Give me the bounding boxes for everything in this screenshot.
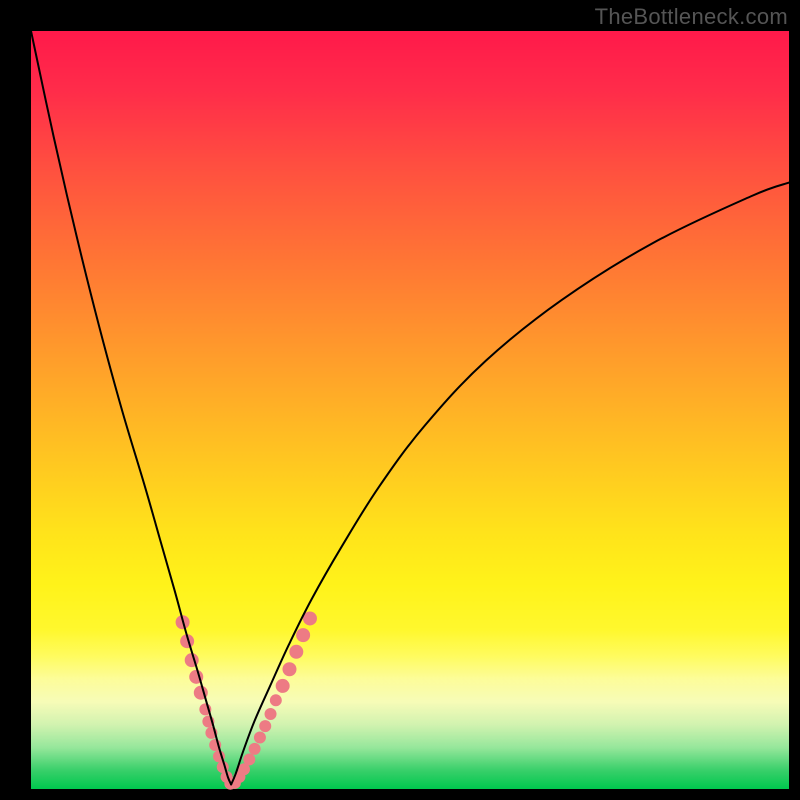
marker-dot (276, 679, 290, 693)
curve-right-branch (231, 183, 789, 785)
marker-dot (270, 694, 282, 706)
curve-layer (31, 31, 789, 789)
curve-left-branch (31, 31, 231, 784)
watermark-text: TheBottleneck.com (595, 4, 788, 30)
outer-frame: TheBottleneck.com (0, 0, 800, 800)
marker-dot (254, 731, 266, 743)
marker-dot (296, 628, 310, 642)
marker-dot (259, 720, 271, 732)
marker-group (176, 611, 317, 789)
marker-dot (289, 645, 303, 659)
marker-dot (243, 753, 255, 765)
marker-dot (249, 743, 261, 755)
plot-area (31, 31, 789, 789)
marker-dot (265, 708, 277, 720)
marker-dot (282, 662, 296, 676)
